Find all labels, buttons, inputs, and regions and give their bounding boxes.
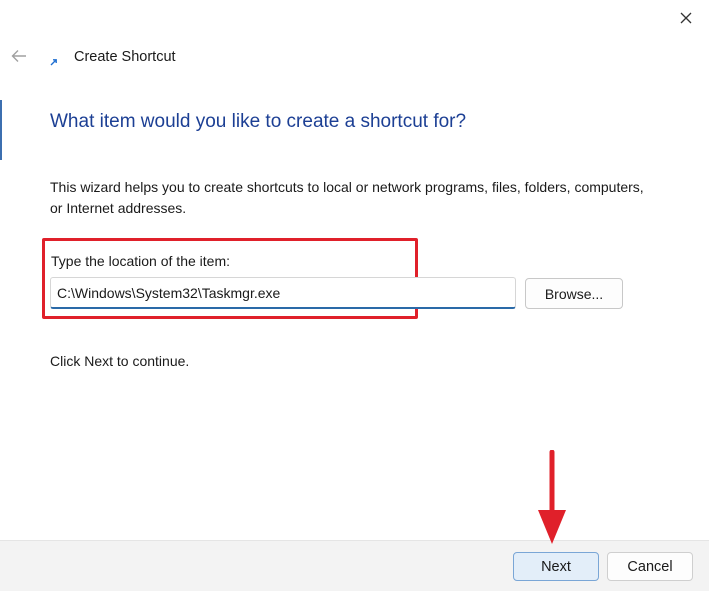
continue-instruction: Click Next to continue. [50, 353, 190, 369]
window-edge-accent [0, 100, 2, 160]
location-label: Type the location of the item: [51, 253, 230, 269]
window-title: Create Shortcut [74, 49, 176, 65]
wizard-description: This wizard helps you to create shortcut… [50, 179, 644, 216]
close-icon [680, 12, 691, 24]
create-shortcut-window: Create Shortcut What item would you like… [0, 0, 709, 591]
close-button[interactable] [662, 0, 709, 36]
next-button[interactable]: Next [513, 552, 599, 581]
cancel-button[interactable]: Cancel [607, 552, 693, 581]
browse-button[interactable]: Browse... [525, 278, 623, 309]
pointer-arrow-annotation [538, 450, 566, 544]
back-button[interactable] [8, 45, 30, 67]
page-heading: What item would you like to create a sho… [50, 111, 467, 132]
footer-bar [0, 540, 709, 591]
shortcut-icon [48, 56, 60, 68]
back-arrow-icon [11, 50, 26, 62]
location-input[interactable] [50, 277, 516, 309]
